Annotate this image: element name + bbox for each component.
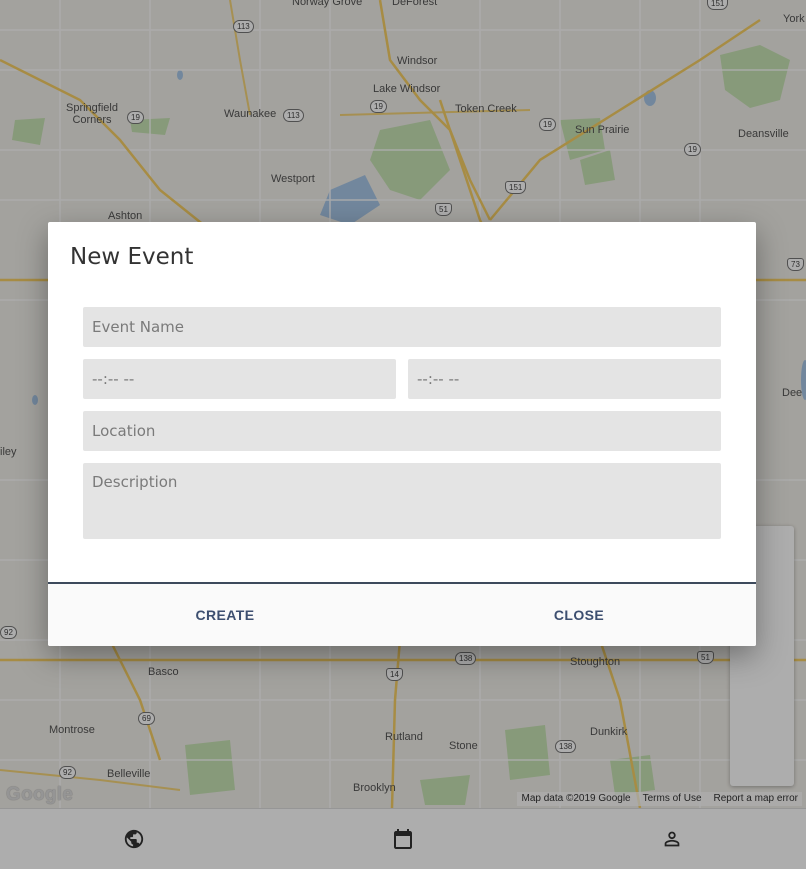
new-event-dialog: New Event Event Name --:-- -- --:-- -- L… bbox=[48, 222, 756, 646]
start-time-input[interactable]: --:-- -- bbox=[83, 359, 396, 399]
end-time-input[interactable]: --:-- -- bbox=[408, 359, 721, 399]
create-button[interactable]: CREATE bbox=[48, 584, 402, 646]
start-time-value: --:-- -- bbox=[92, 370, 135, 388]
dialog-title: New Event bbox=[70, 244, 194, 270]
end-time-value: --:-- -- bbox=[417, 370, 460, 388]
description-placeholder: Description bbox=[92, 473, 178, 491]
close-button[interactable]: CLOSE bbox=[402, 584, 756, 646]
location-input[interactable]: Location bbox=[83, 411, 721, 451]
dialog-actions: CREATE CLOSE bbox=[48, 584, 756, 646]
event-name-input[interactable]: Event Name bbox=[83, 307, 721, 347]
location-placeholder: Location bbox=[92, 422, 156, 440]
event-name-placeholder: Event Name bbox=[92, 318, 184, 336]
description-textarea[interactable]: Description bbox=[83, 463, 721, 539]
